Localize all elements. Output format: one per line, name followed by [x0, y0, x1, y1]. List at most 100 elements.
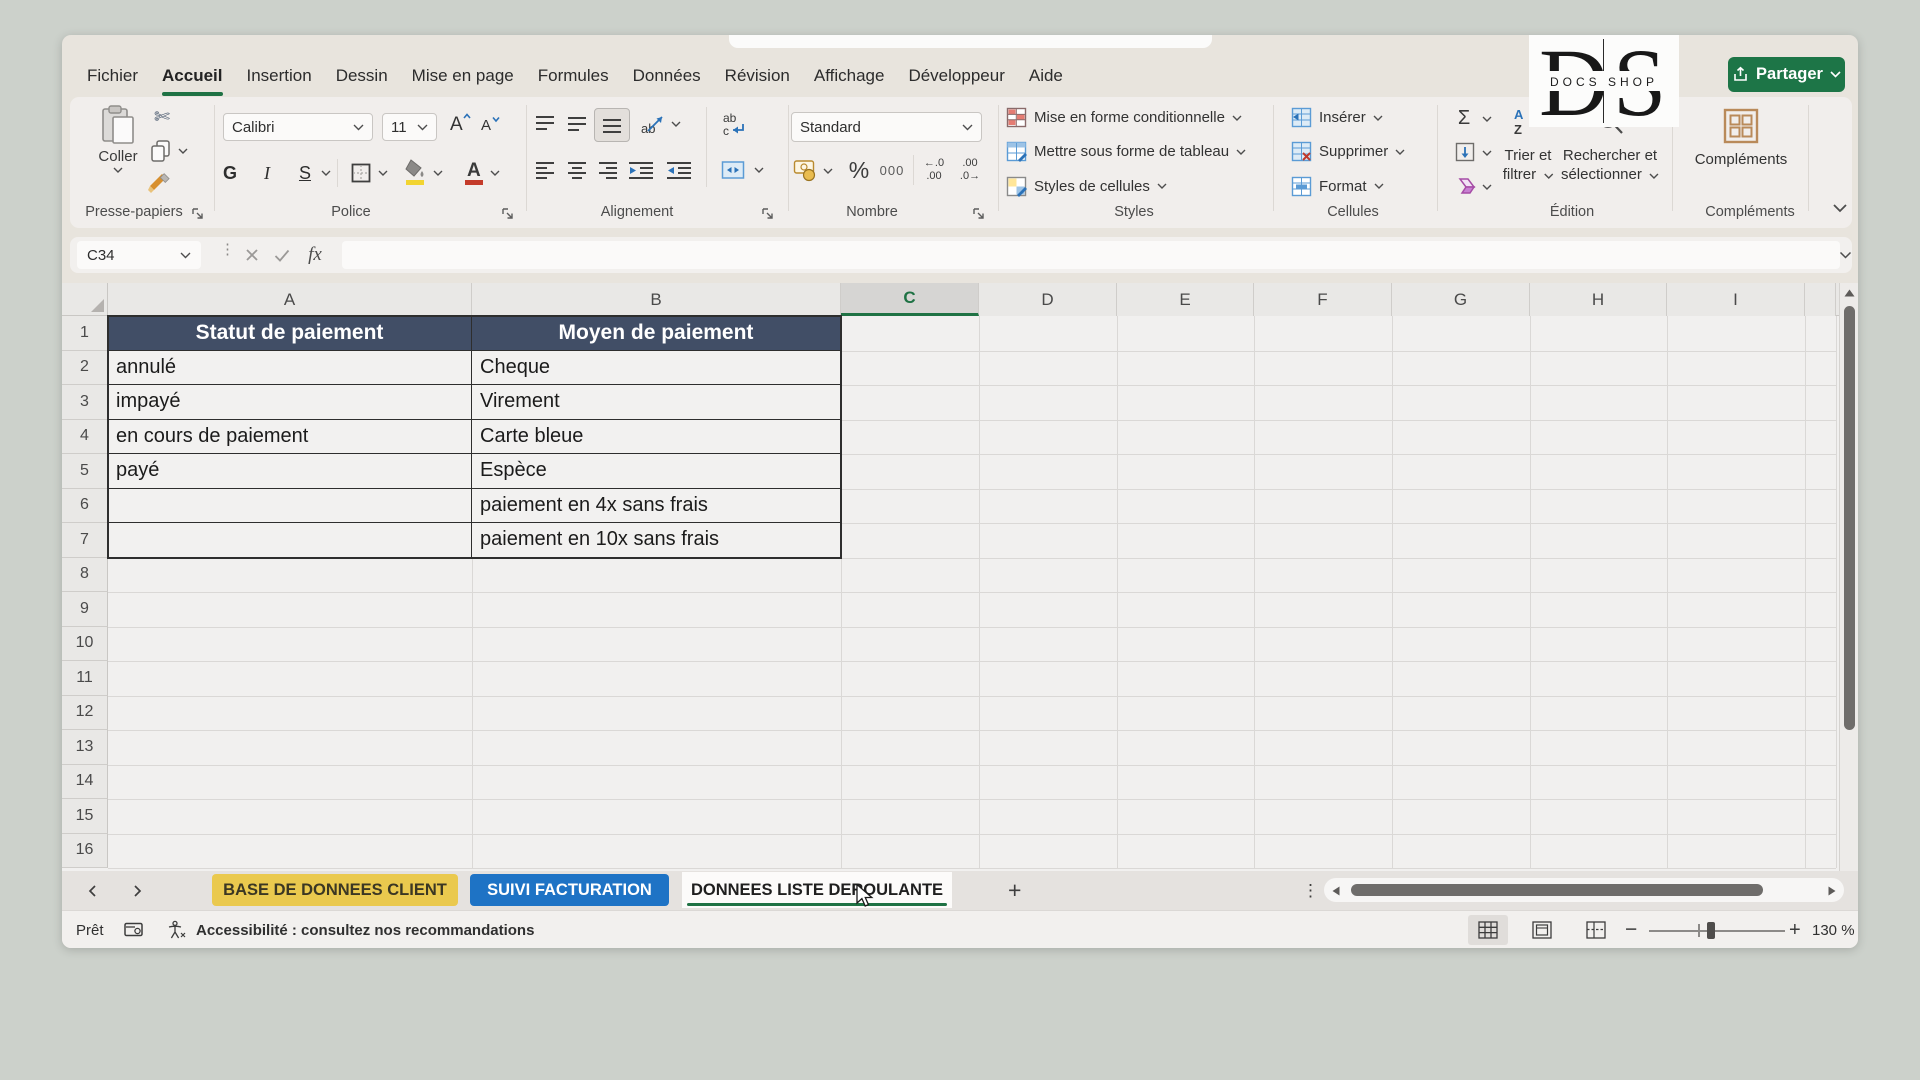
zoom-in-button[interactable]: +: [1789, 911, 1801, 949]
next-sheet-button[interactable]: [130, 871, 144, 910]
row-header-16[interactable]: 16: [62, 834, 108, 869]
borders-button[interactable]: [348, 159, 374, 187]
row-header-4[interactable]: 4: [62, 420, 108, 455]
ribbon-tab-formules[interactable]: Formules: [526, 56, 621, 96]
column-header-A[interactable]: A: [108, 283, 472, 316]
increase-indent-button[interactable]: [665, 158, 693, 182]
row-header-5[interactable]: 5: [62, 454, 108, 489]
number-format-select[interactable]: Standard: [791, 112, 982, 142]
row-header-9[interactable]: 9: [62, 592, 108, 627]
column-header-C[interactable]: C: [841, 283, 979, 316]
comma-style-button[interactable]: 000: [878, 159, 906, 181]
addins-button-icon-wrap[interactable]: [1720, 106, 1762, 146]
decrease-font-button[interactable]: A: [478, 112, 502, 136]
chevron-down-icon[interactable]: [321, 170, 331, 176]
align-bottom-button-icon-wrap[interactable]: [600, 113, 624, 137]
fill-color-button[interactable]: [403, 157, 429, 187]
row-header-14[interactable]: 14: [62, 765, 108, 800]
accessibility-status[interactable]: Accessibilité : consultez nos recommanda…: [166, 911, 534, 949]
expand-formula-bar-chevron-icon[interactable]: [1839, 251, 1852, 259]
column-header-D[interactable]: D: [979, 283, 1117, 316]
cut-button[interactable]: ✄: [150, 105, 174, 129]
column-header-partial[interactable]: [1805, 283, 1836, 316]
italic-button[interactable]: I: [256, 159, 278, 187]
row-header-15[interactable]: 15: [62, 799, 108, 834]
font-family-select[interactable]: Calibri: [223, 113, 373, 141]
sheet-tab-3-active[interactable]: DONNEES LISTE DEROULANTE: [682, 872, 952, 908]
vertical-scrollbar-thumb[interactable]: [1844, 306, 1855, 730]
font-dialog-launcher[interactable]: [501, 207, 515, 221]
percent-style-button[interactable]: %: [845, 156, 873, 184]
bold-button[interactable]: G: [218, 159, 242, 187]
row-header-3[interactable]: 3: [62, 385, 108, 420]
align-right-button[interactable]: [596, 158, 620, 182]
cancel-entry-button[interactable]: [240, 243, 264, 267]
chevron-down-icon[interactable]: [1482, 116, 1492, 122]
ribbon-tab-affichage[interactable]: Affichage: [802, 56, 897, 96]
previous-sheet-button[interactable]: [86, 871, 100, 910]
chevron-down-icon[interactable]: [671, 121, 681, 127]
addins-button[interactable]: Compléments: [1695, 151, 1788, 168]
confirm-entry-button[interactable]: [270, 243, 294, 267]
ribbon-tab-développeur[interactable]: Développeur: [896, 56, 1016, 96]
increase-decimal-button[interactable]: ←.0 .00: [920, 155, 948, 185]
cells-item-supprimer[interactable]: Supprimer: [1291, 141, 1405, 162]
format-painter-button[interactable]: [147, 171, 175, 197]
ribbon-tab-dessin[interactable]: Dessin: [324, 56, 400, 96]
font-color-button[interactable]: A: [462, 157, 486, 187]
align-center-button[interactable]: [565, 158, 589, 182]
ribbon-tab-fichier[interactable]: Fichier: [75, 56, 150, 96]
row-header-10[interactable]: 10: [62, 627, 108, 662]
tab-overflow-kebab-icon[interactable]: ⋮: [1302, 871, 1319, 910]
copy-button[interactable]: [149, 139, 173, 163]
scroll-right-arrow-icon[interactable]: [1828, 886, 1836, 896]
ribbon-tab-insertion[interactable]: Insertion: [235, 56, 324, 96]
merge-center-button[interactable]: [720, 157, 746, 183]
zoom-slider-thumb[interactable]: [1707, 922, 1715, 939]
clear-button[interactable]: [1452, 174, 1476, 198]
cells-item-inserer[interactable]: Insérer: [1291, 107, 1383, 128]
page-break-view-button[interactable]: [1576, 915, 1616, 945]
autosum-button[interactable]: Σ: [1452, 105, 1476, 131]
ribbon-tab-révision[interactable]: Révision: [713, 56, 802, 96]
styles-item-2[interactable]: Mettre sous forme de tableau: [1006, 141, 1246, 162]
row-header-12[interactable]: 12: [62, 696, 108, 731]
chevron-down-icon[interactable]: [178, 148, 188, 154]
find-select-button[interactable]: Rechercher et sélectionner: [1561, 146, 1659, 184]
chevron-down-icon[interactable]: [754, 167, 764, 173]
new-sheet-button[interactable]: +: [1008, 871, 1021, 910]
wrap-text-button[interactable]: ab c: [720, 110, 750, 140]
cells-item-format[interactable]: Format: [1291, 176, 1384, 197]
align-middle-button[interactable]: [565, 112, 589, 136]
vertical-scrollbar[interactable]: [1839, 283, 1858, 904]
ribbon-tab-accueil[interactable]: Accueil: [150, 56, 234, 96]
styles-item-1[interactable]: Mise en forme conditionnelle: [1006, 107, 1242, 128]
column-header-B[interactable]: B: [472, 283, 841, 316]
clipboard-dialog-launcher[interactable]: [191, 207, 205, 221]
search-box[interactable]: [729, 35, 1212, 48]
page-layout-view-button[interactable]: [1522, 915, 1562, 945]
column-header-E[interactable]: E: [1117, 283, 1254, 316]
ribbon-tab-aide[interactable]: Aide: [1017, 56, 1075, 96]
column-header-H[interactable]: H: [1530, 283, 1667, 316]
select-all-corner[interactable]: [62, 283, 108, 316]
underline-button[interactable]: S: [294, 159, 316, 187]
column-header-I[interactable]: I: [1667, 283, 1805, 316]
sort-filter-button[interactable]: Trier et filtrer: [1503, 146, 1554, 184]
chevron-down-icon[interactable]: [1482, 184, 1492, 190]
row-header-6[interactable]: 6: [62, 489, 108, 524]
column-header-F[interactable]: F: [1254, 283, 1392, 316]
font-size-select[interactable]: 11: [382, 113, 437, 141]
row-header-8[interactable]: 8: [62, 558, 108, 593]
share-button[interactable]: Partager: [1728, 57, 1845, 92]
chevron-down-icon[interactable]: [490, 170, 500, 176]
sheet-tab-2[interactable]: SUIVI FACTURATION: [470, 874, 669, 906]
paste-button[interactable]: Coller: [90, 103, 146, 175]
collapse-ribbon-chevron-icon[interactable]: [1832, 203, 1848, 213]
align-left-button[interactable]: [533, 158, 557, 182]
decrease-decimal-button[interactable]: .00 .0→: [956, 155, 984, 185]
sheet-tab-1[interactable]: BASE DE DONNEES CLIENT: [212, 874, 458, 906]
chevron-down-icon[interactable]: [823, 168, 833, 174]
scroll-up-arrow-icon[interactable]: [1844, 289, 1855, 297]
zoom-slider-track[interactable]: [1649, 930, 1785, 932]
